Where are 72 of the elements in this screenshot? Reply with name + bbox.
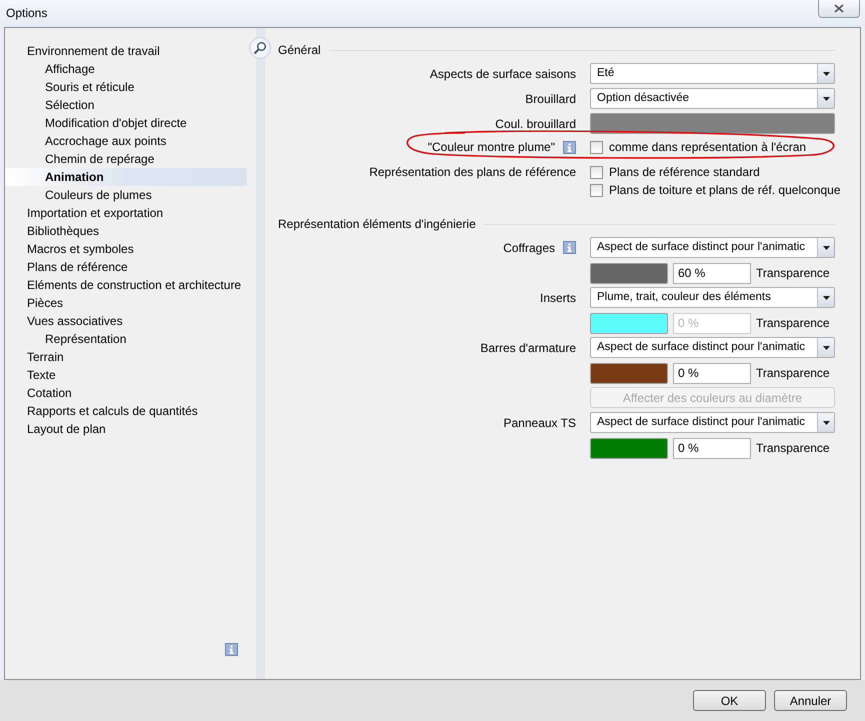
tree-item[interactable]: Pièces — [5, 294, 247, 312]
field-label: Inserts — [540, 290, 576, 304]
transparency-field[interactable]: 0 % — [673, 438, 751, 458]
tree-item[interactable]: Layout de plan — [5, 420, 247, 438]
color-swatch[interactable] — [590, 362, 668, 384]
checkbox[interactable] — [590, 184, 603, 196]
tree-item[interactable]: Chemin de repérage — [5, 150, 247, 168]
field-label: Transparence — [756, 366, 830, 380]
caret-icon — [822, 420, 830, 424]
dropdown[interactable]: Option désactivée — [590, 88, 835, 109]
checkbox-label: comme dans représentation à l'écran — [609, 140, 806, 154]
dropdown[interactable]: Aspect de surface distinct pour l'animatic — [590, 337, 835, 358]
search-button[interactable] — [249, 37, 271, 59]
tree-item[interactable]: Couleurs de plumes — [5, 186, 247, 204]
tree-item[interactable]: Rapports et calculs de quantités — [5, 402, 247, 420]
dropdown[interactable]: Aspect de surface distinct pour l'animatic — [590, 412, 835, 433]
close-button[interactable] — [818, 0, 860, 18]
transparency-field[interactable]: 0 % — [673, 362, 751, 384]
close-icon — [834, 4, 844, 13]
section-heading: Général — [278, 43, 321, 57]
color-swatch[interactable] — [590, 262, 668, 284]
field-label: Aspects de surface saisons — [430, 66, 576, 80]
tree-item[interactable]: Modification d'objet directe — [5, 114, 247, 132]
field-label: Représentation des plans de référence — [369, 165, 576, 179]
checkbox-label: Plans de toiture et plans de réf. quelconque — [609, 183, 840, 197]
tree-item[interactable]: Macros et symboles — [5, 240, 247, 258]
ok-button[interactable]: OK — [693, 690, 766, 711]
section-heading: Représentation éléments d'ingénierie — [278, 217, 476, 231]
transparency-field[interactable]: 60 % — [673, 262, 751, 284]
tree-item[interactable]: Affichage — [5, 60, 247, 78]
field-label: Coffrages — [503, 240, 555, 254]
tree-item[interactable]: Eléments de construction et architecture — [5, 276, 247, 294]
dropdown[interactable]: Aspect de surface distinct pour l'animatic — [590, 237, 835, 258]
color-picker[interactable] — [590, 113, 835, 134]
field-label: Coul. brouillard — [495, 116, 576, 130]
tree-item[interactable]: Représentation — [5, 330, 247, 348]
color-swatch[interactable] — [590, 438, 668, 458]
field-label: Panneaux TS — [504, 416, 576, 430]
checkbox-label: Plans de référence standard — [609, 165, 760, 179]
info-icon[interactable] — [563, 140, 576, 154]
tree-item[interactable]: Importation et exportation — [5, 204, 247, 222]
field-label: Transparence — [756, 266, 830, 280]
tree-item[interactable]: Texte — [5, 366, 247, 384]
caret-icon — [822, 346, 830, 350]
window-title: Options — [5, 5, 48, 20]
caret-icon — [822, 246, 830, 250]
field-label: Brouillard — [525, 92, 576, 106]
checkbox[interactable] — [590, 140, 603, 154]
dropdown[interactable]: Plume, trait, couleur des éléments — [590, 287, 835, 308]
caret-icon — [822, 296, 830, 300]
info-icon[interactable] — [563, 241, 576, 254]
tree-item[interactable]: Accrochage aux points — [5, 132, 247, 150]
caret-icon — [822, 72, 830, 76]
search-icon — [253, 41, 267, 55]
tree-item[interactable]: Terrain — [5, 348, 247, 366]
tree-item[interactable]: Animation — [5, 168, 247, 186]
tree-item[interactable]: Plans de référence — [5, 258, 247, 276]
checkbox[interactable] — [590, 166, 603, 178]
tree-item[interactable]: Environnement de travail — [5, 42, 247, 60]
cancel-button[interactable]: Annuler — [774, 690, 847, 711]
field-label: Transparence — [756, 441, 830, 455]
tree-item[interactable]: Vues associatives — [5, 312, 247, 330]
info-icon[interactable] — [225, 643, 238, 656]
tree-item[interactable]: Sélection — [5, 96, 247, 114]
field-label: Transparence — [756, 316, 830, 330]
tree-item[interactable]: Bibliothèques — [5, 222, 247, 240]
field-label: "Couleur montre plume" — [428, 140, 555, 154]
field-label: Barres d'armature — [480, 340, 576, 354]
caret-icon — [822, 96, 830, 100]
dropdown[interactable]: Eté — [590, 63, 835, 84]
tree-item[interactable]: Souris et réticule — [5, 78, 247, 96]
tree-item[interactable]: Cotation — [5, 384, 247, 402]
